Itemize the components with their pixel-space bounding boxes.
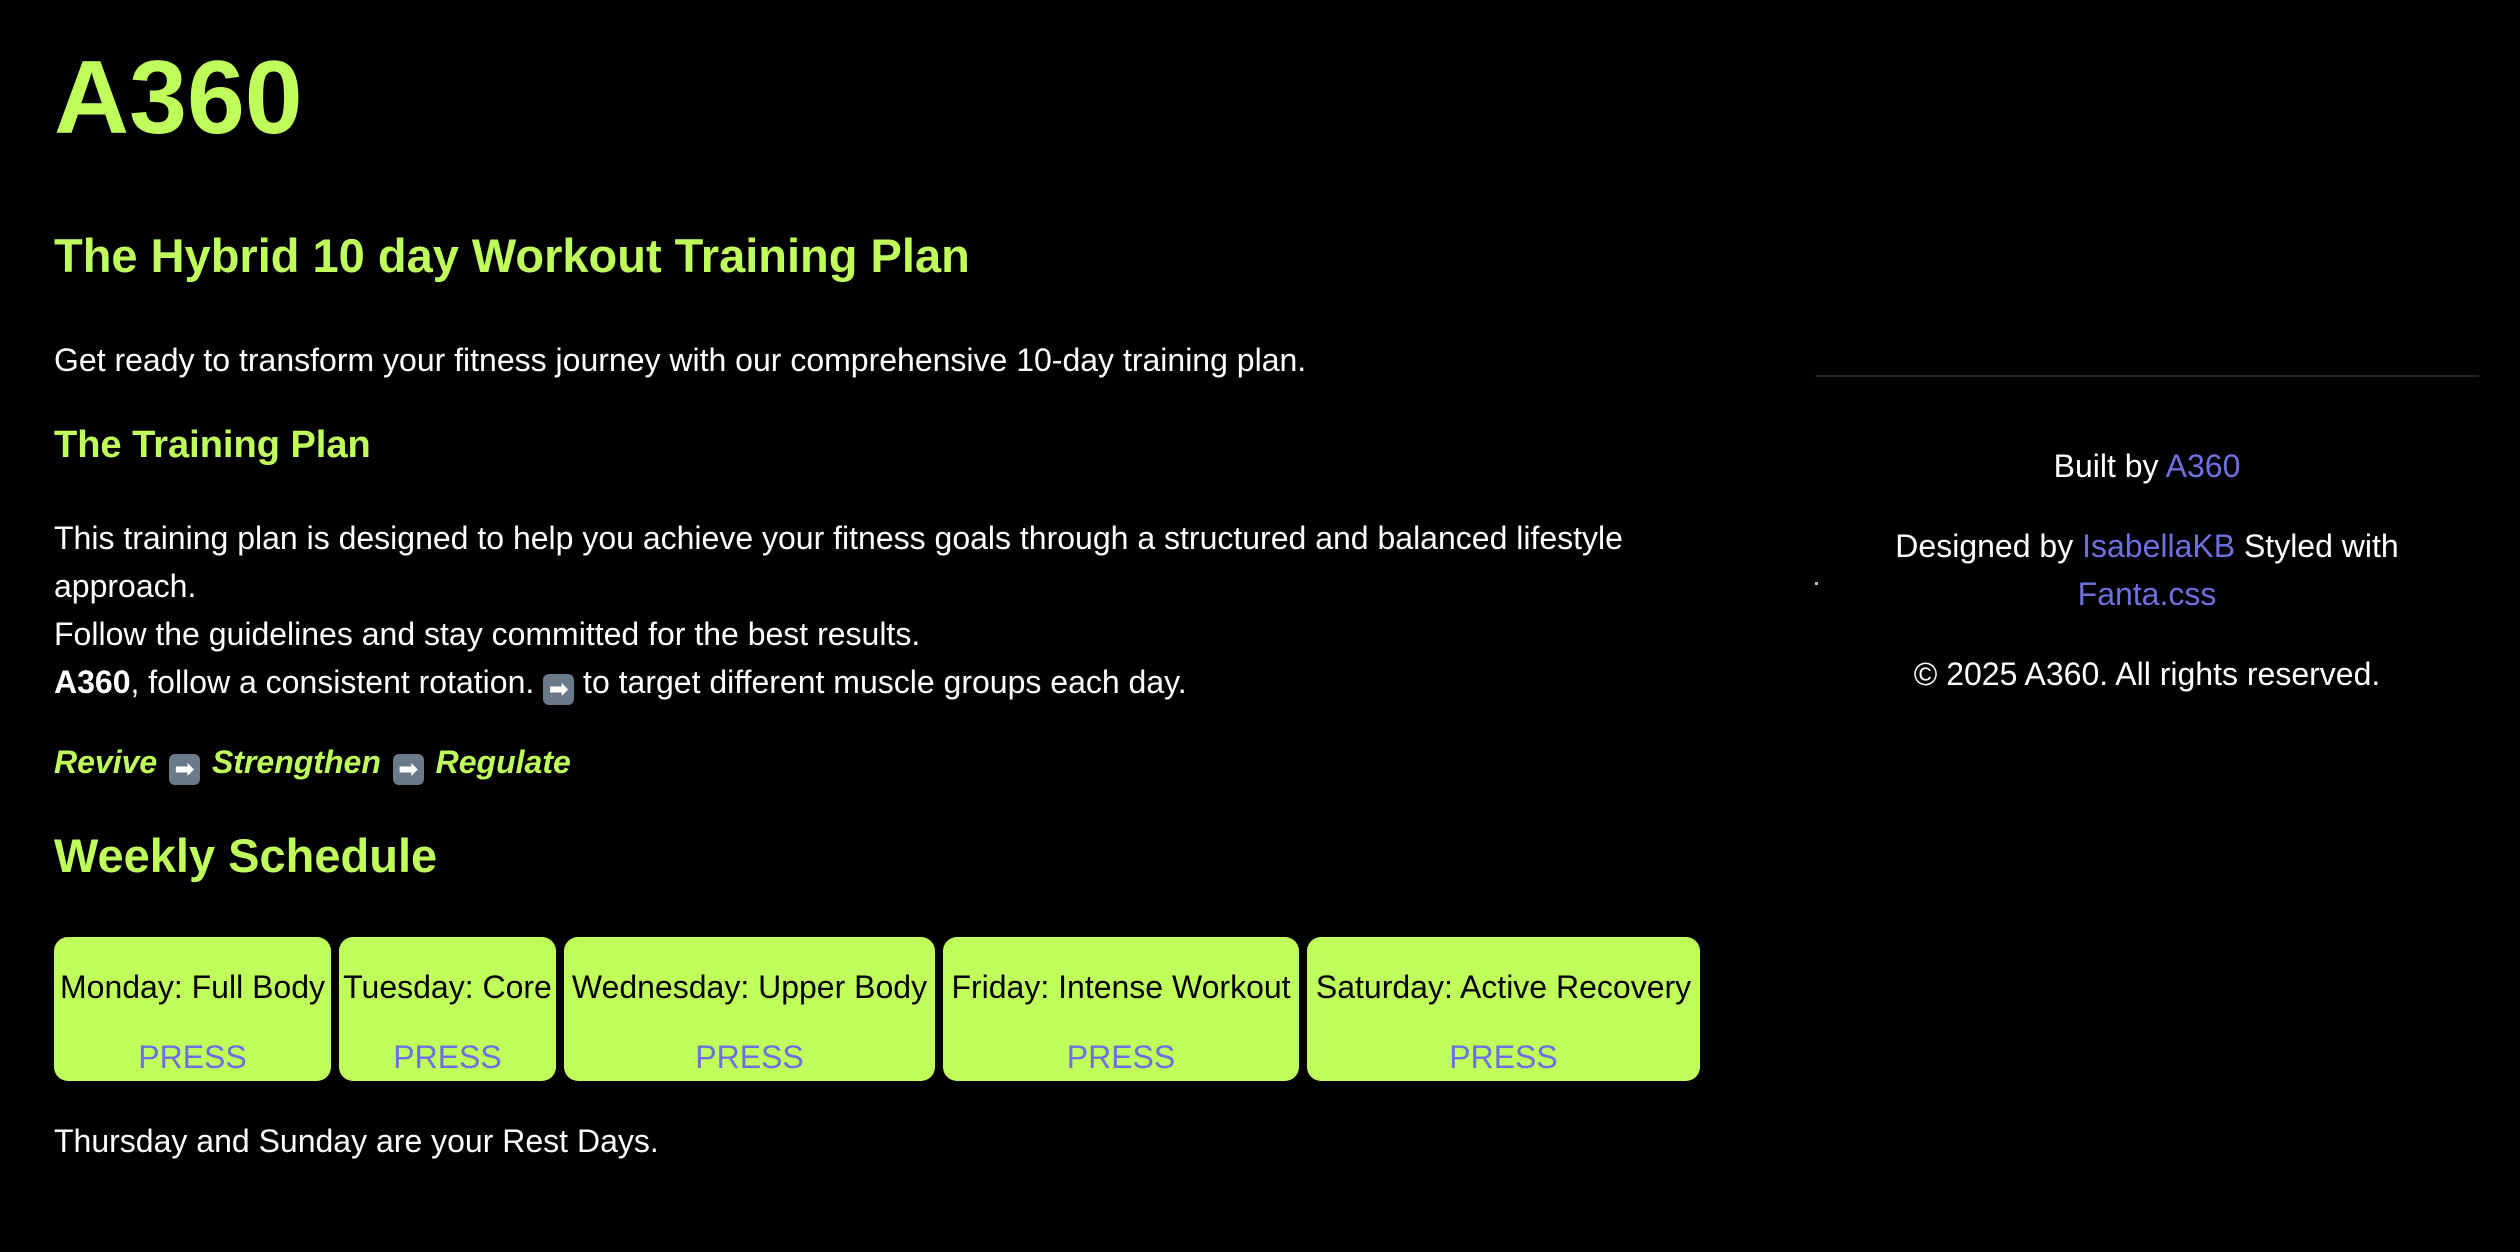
schedule-card-saturday: Saturday: Active Recovery PRESS bbox=[1307, 937, 1700, 1081]
schedule-card-tuesday: Tuesday: Core PRESS bbox=[339, 937, 556, 1081]
built-by-link[interactable]: A360 bbox=[2166, 448, 2241, 484]
schedule-day-label: Saturday: Active Recovery bbox=[1315, 969, 1692, 1005]
flow-step-revive: Revive bbox=[54, 744, 158, 780]
copyright-text: © 2025 A360. All rights reserved. bbox=[1913, 656, 2381, 692]
designed-by-line: Designed by IsabellaKB Styled with Fanta.… bbox=[1815, 522, 2479, 618]
plan-text-line-3-part-a: , follow a consistent rotation. bbox=[130, 664, 535, 700]
designed-by-link[interactable]: IsabellaKB bbox=[2082, 528, 2235, 564]
training-plan-heading: The Training Plan bbox=[54, 424, 371, 466]
styled-with-text: Styled with bbox=[2243, 528, 2399, 564]
plan-text-line-2: Follow the guidelines and stay committed… bbox=[54, 616, 921, 652]
rest-days-note: Thursday and Sunday are your Rest Days. bbox=[54, 1123, 659, 1159]
built-by-prefix: Built by bbox=[2053, 448, 2159, 484]
plan-text-line-1: This training plan is designed to help y… bbox=[54, 520, 1623, 604]
site-title: A360 bbox=[54, 40, 303, 156]
schedule-card-monday: Monday: Full Body PRESS bbox=[54, 937, 331, 1081]
arrow-right-icon: ➡ bbox=[169, 754, 201, 785]
press-link-wednesday[interactable]: PRESS bbox=[564, 1037, 935, 1077]
press-link-monday[interactable]: PRESS bbox=[54, 1037, 331, 1077]
page-heading: The Hybrid 10 day Workout Training Plan bbox=[54, 229, 970, 282]
arrow-right-icon: ➡ bbox=[543, 674, 575, 705]
schedule-card-friday: Friday: Intense Workout PRESS bbox=[943, 937, 1299, 1081]
training-plan-description: This training plan is designed to help y… bbox=[54, 514, 1704, 706]
press-link-tuesday[interactable]: PRESS bbox=[339, 1037, 556, 1077]
weekly-schedule-heading: Weekly Schedule bbox=[54, 829, 438, 882]
brand-name: A360 bbox=[54, 664, 131, 700]
plan-text-line-3: A360, follow a consistent rotation. ➡ to… bbox=[54, 658, 1704, 706]
arrow-right-icon: ➡ bbox=[392, 754, 424, 785]
plan-text-line-3-part-b: to target different muscle groups each d… bbox=[583, 664, 1187, 700]
schedule-day-label: Monday: Full Body bbox=[59, 969, 325, 1005]
press-link-friday[interactable]: PRESS bbox=[943, 1037, 1299, 1077]
schedule-day-label: Wednesday: Upper Body bbox=[571, 969, 928, 1005]
schedule-day-label: Friday: Intense Workout bbox=[951, 969, 1291, 1005]
rotation-flow: Revive ➡ Strengthen ➡ Regulate bbox=[54, 738, 571, 786]
schedule-day-label: Tuesday: Core bbox=[343, 969, 552, 1005]
flow-step-strengthen: Strengthen bbox=[211, 744, 381, 780]
schedule-card-wednesday: Wednesday: Upper Body PRESS bbox=[564, 937, 935, 1081]
press-link-saturday[interactable]: PRESS bbox=[1307, 1037, 1700, 1077]
built-by-line: Built by A360 bbox=[1815, 442, 2479, 490]
flow-step-regulate: Regulate bbox=[435, 744, 571, 780]
intro-text: Get ready to transform your fitness jour… bbox=[54, 342, 1307, 378]
sidebar-divider bbox=[1815, 375, 2479, 377]
designed-by-prefix: Designed by bbox=[1895, 528, 2074, 564]
sidebar: Built by A360 Designed by IsabellaKB Sty… bbox=[1815, 0, 2479, 1252]
styled-with-link[interactable]: Fanta.css bbox=[2078, 576, 2217, 612]
